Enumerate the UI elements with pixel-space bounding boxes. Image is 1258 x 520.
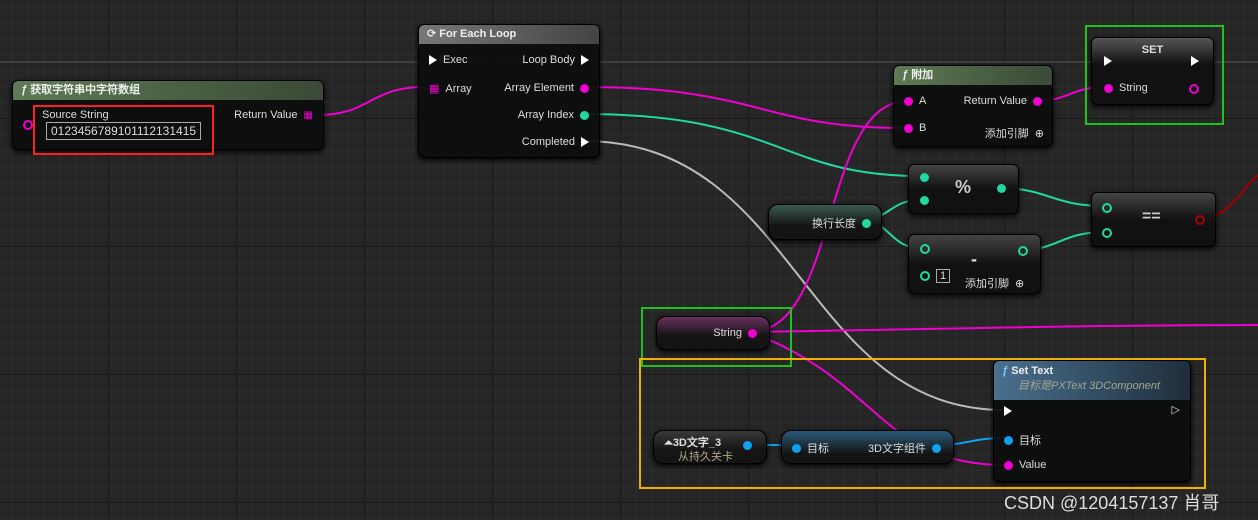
variable-label: String xyxy=(713,327,742,339)
array-pin-icon: ▦ xyxy=(429,83,440,95)
pin-label: 添加引脚 xyxy=(984,128,1029,140)
a-pin[interactable] xyxy=(920,173,929,182)
return-value-label: Return Value xyxy=(234,109,298,121)
exec-in-pin[interactable] xyxy=(1104,56,1112,66)
result-pin[interactable] xyxy=(997,184,1006,193)
add-pin-button[interactable]: 添加引脚 ⊕ xyxy=(985,125,1044,141)
pin-label: Array Index xyxy=(517,109,574,121)
component-getter-node[interactable]: 目标 3D文字组件 xyxy=(781,430,954,464)
exec-in-pin[interactable] xyxy=(1004,406,1012,416)
pin-label: 3D文字组件 xyxy=(867,443,926,455)
b-pin[interactable]: 1 xyxy=(920,269,951,283)
component-output-pin[interactable]: 3D文字组件 xyxy=(868,440,941,456)
array-pin-icon[interactable]: ▦ xyxy=(304,110,313,121)
node-title: SET xyxy=(1141,44,1164,56)
line-length-variable[interactable]: 换行长度 xyxy=(768,204,882,240)
operator-label: == xyxy=(1142,208,1161,225)
exec-out-pin[interactable]: ▷ xyxy=(1172,403,1180,416)
node-title: 附加 xyxy=(911,69,934,81)
pin-label: Exec xyxy=(443,54,468,66)
actor-icon: ⏶ xyxy=(664,437,673,449)
add-pin-button[interactable]: 添加引脚 ⊕ xyxy=(965,275,1024,291)
completed-pin[interactable]: Completed xyxy=(522,136,589,148)
value-pin[interactable]: Value xyxy=(1004,459,1046,471)
pin-label: Array Element xyxy=(504,82,574,94)
exec-in-pin[interactable]: Exec xyxy=(429,54,467,66)
node-subtitle: 目标是PXText 3DComponent xyxy=(1018,380,1161,392)
string-variable[interactable]: String xyxy=(656,316,770,350)
loop-body-pin[interactable]: Loop Body xyxy=(522,54,589,66)
target-pin[interactable]: 目标 xyxy=(792,440,829,456)
array-index-pin[interactable]: Array Index xyxy=(518,109,589,121)
a-pin[interactable] xyxy=(920,244,930,254)
equal-node[interactable]: == xyxy=(1091,192,1216,247)
source-string-pin[interactable] xyxy=(23,120,33,130)
a-pin[interactable] xyxy=(1102,203,1112,213)
append-node[interactable]: ƒ 附加 A B Return Value 添加引脚 ⊕ xyxy=(893,65,1053,147)
plus-icon: ⊕ xyxy=(1034,127,1044,140)
modulo-node[interactable]: % xyxy=(908,164,1019,214)
a-pin[interactable]: A xyxy=(904,95,926,107)
pin-label: B xyxy=(919,122,927,134)
pin-label: A xyxy=(919,95,927,107)
subtract-node[interactable]: 1 - 添加引脚 ⊕ xyxy=(908,234,1041,294)
node-title: 获取字符串中字符数组 xyxy=(30,84,141,96)
set-text-node[interactable]: ƒ Set Text 目标是PXText 3DComponent ▷ 目标 Val… xyxy=(993,360,1191,482)
array-in-pin[interactable]: ▦ Array xyxy=(429,82,472,96)
string-out-pin[interactable] xyxy=(1189,84,1199,94)
string-in-pin[interactable]: String xyxy=(1104,82,1148,94)
result-pin[interactable] xyxy=(1018,246,1028,256)
pin-label: Return Value xyxy=(963,95,1027,107)
plus-icon: ⊕ xyxy=(1015,277,1025,290)
exec-out-pin[interactable] xyxy=(1191,56,1199,66)
pin-label: String xyxy=(1119,82,1148,94)
int-pin[interactable] xyxy=(862,218,871,228)
string-pin[interactable] xyxy=(748,328,757,338)
object-pin[interactable] xyxy=(743,441,752,450)
pin-label: Value xyxy=(1019,459,1047,471)
watermark: CSDN @1204157137 肖哥 xyxy=(1004,493,1220,513)
result-pin[interactable] xyxy=(1195,215,1205,225)
for-each-loop-node[interactable]: ⟳ For Each Loop Exec ▦ Array Loop Body Ar… xyxy=(418,24,600,158)
pin-label: Loop Body xyxy=(522,54,575,66)
actor-sublabel: 从持久关卡 xyxy=(678,451,733,463)
target-pin[interactable]: 目标 xyxy=(1004,432,1041,448)
variable-label: 换行长度 xyxy=(812,218,856,230)
b-pin[interactable]: B xyxy=(904,122,926,134)
set-string-node[interactable]: SET String xyxy=(1091,37,1214,105)
pin-label: 目标 xyxy=(1019,435,1041,447)
pin-label: 添加引脚 xyxy=(965,278,1009,290)
actor-reference-node[interactable]: ⏶3D文字_3 从持久关卡 xyxy=(653,430,767,464)
get-character-array-node[interactable]: ƒ 获取字符串中字符数组 Source String 0123456789101… xyxy=(12,80,324,150)
operator-label: % xyxy=(955,177,972,197)
b-pin[interactable] xyxy=(920,196,929,205)
node-title: Set Text xyxy=(1011,365,1054,377)
operator-label: - xyxy=(971,249,977,269)
pin-label: Completed xyxy=(521,136,575,148)
pin-label: Array xyxy=(445,82,472,95)
source-string-input[interactable]: 0123456789101112131415 xyxy=(46,122,202,140)
array-element-pin[interactable]: Array Element xyxy=(504,82,589,94)
pin-label: 目标 xyxy=(807,443,829,455)
source-string-label: Source String xyxy=(42,109,109,121)
loop-icon: ⟳ xyxy=(427,28,437,40)
b-pin[interactable] xyxy=(1102,228,1112,238)
node-title: For Each Loop xyxy=(439,28,517,40)
b-value-input[interactable]: 1 xyxy=(936,269,951,283)
return-value-pin[interactable]: Return Value xyxy=(964,95,1042,107)
